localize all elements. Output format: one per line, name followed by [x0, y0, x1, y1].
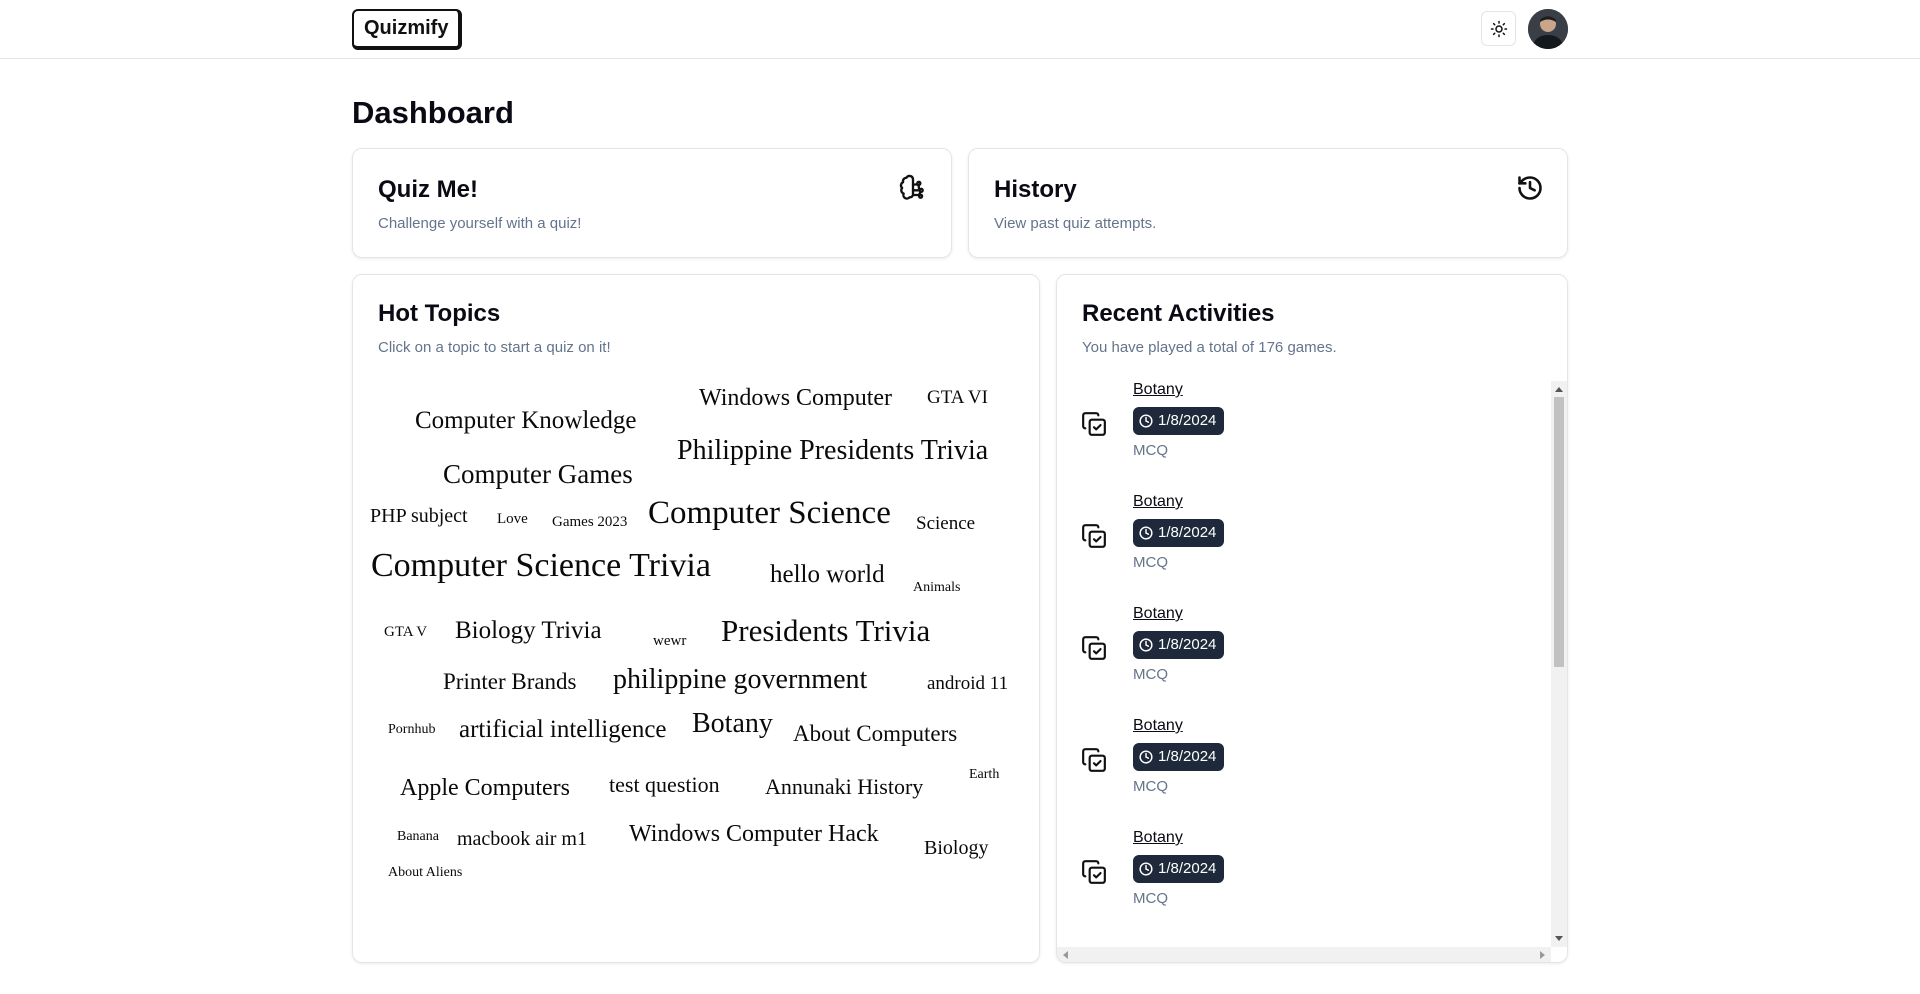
topic-word[interactable]: Games 2023 — [552, 514, 627, 531]
topic-word[interactable]: Earth — [969, 767, 999, 783]
history-card[interactable]: History View past quiz attempts. — [968, 148, 1568, 258]
activity-date-badge: 1/8/2024 — [1133, 519, 1225, 547]
activity-topic-link[interactable]: Botany — [1133, 717, 1183, 735]
topic-word[interactable]: Botany — [692, 708, 773, 740]
topic-word[interactable]: wewr — [653, 633, 686, 650]
topic-word[interactable]: Windows Computer — [699, 385, 892, 412]
activity-item: Botany 1/8/2024 MCQ — [1081, 717, 1481, 817]
logo-link[interactable]: Quizmify — [352, 9, 463, 50]
quiz-me-title: Quiz Me! — [378, 176, 478, 203]
activity-type: MCQ — [1133, 554, 1168, 571]
activity-topic-link[interactable]: Botany — [1133, 605, 1183, 623]
topic-word[interactable]: About Computers — [793, 721, 957, 747]
activity-item: Botany 1/8/2024 MCQ — [1081, 829, 1481, 929]
topic-word[interactable]: About Aliens — [388, 865, 462, 881]
topic-word[interactable]: Science — [916, 513, 975, 535]
copy-check-icon — [1082, 636, 1106, 660]
brain-circuit-icon — [899, 174, 924, 200]
topic-word[interactable]: Windows Computer Hack — [629, 821, 879, 848]
activity-type: MCQ — [1133, 442, 1168, 459]
avatar-image — [1528, 9, 1568, 49]
activity-date: 1/8/2024 — [1158, 524, 1217, 541]
clock-icon — [1139, 638, 1153, 652]
activity-date-badge: 1/8/2024 — [1133, 743, 1225, 771]
topic-word[interactable]: PHP subject — [370, 505, 468, 528]
activity-topic-link[interactable]: Botany — [1133, 829, 1183, 847]
activity-type: MCQ — [1133, 778, 1168, 795]
topic-word[interactable]: android 11 — [927, 673, 1008, 695]
topic-word[interactable]: Computer Knowledge — [415, 407, 636, 435]
copy-check-icon — [1082, 748, 1106, 772]
scrollbar-thumb[interactable] — [1554, 397, 1564, 667]
topic-word[interactable]: Computer Science — [648, 495, 891, 532]
topic-word[interactable]: Biology — [924, 837, 988, 860]
topic-word[interactable]: hello world — [770, 561, 885, 589]
topic-word[interactable]: Biology Trivia — [455, 617, 602, 645]
clock-icon — [1139, 526, 1153, 540]
topic-word[interactable]: test question — [609, 772, 720, 798]
topic-word[interactable]: Philippine Presidents Trivia — [677, 435, 988, 467]
hot-topics-card: Hot Topics Click on a topic to start a q… — [352, 274, 1040, 963]
topic-word[interactable]: Apple Computers — [400, 775, 570, 802]
activity-topic-link[interactable]: Botany — [1133, 493, 1183, 511]
activity-item: Botany 1/8/2024 MCQ — [1081, 605, 1481, 705]
activity-date-badge: 1/8/2024 — [1133, 407, 1225, 435]
clock-icon — [1139, 414, 1153, 428]
navbar: Quizmify — [0, 0, 1920, 59]
quiz-me-card[interactable]: Quiz Me! Challenge yourself with a quiz! — [352, 148, 952, 258]
clock-icon — [1139, 750, 1153, 764]
activities-scroll-area[interactable]: Botany 1/8/2024 MCQ Botany 1/8/2024 MCQ … — [1057, 381, 1567, 962]
activity-topic-link[interactable]: Botany — [1133, 381, 1183, 399]
activity-item: Botany 1/8/2024 MCQ — [1081, 381, 1481, 481]
copy-check-icon — [1082, 860, 1106, 884]
activity-date-badge: 1/8/2024 — [1133, 631, 1225, 659]
topic-word[interactable]: macbook air m1 — [457, 828, 587, 851]
scroll-right-arrow[interactable] — [1540, 951, 1545, 959]
topic-word[interactable]: Pornhub — [388, 722, 435, 738]
history-description: View past quiz attempts. — [994, 215, 1157, 232]
copy-check-icon — [1082, 524, 1106, 548]
horizontal-scrollbar[interactable] — [1057, 947, 1551, 962]
topic-word[interactable]: Animals — [913, 580, 960, 596]
topic-word[interactable]: artificial intelligence — [459, 716, 667, 744]
recent-activities-description: You have played a total of 176 games. — [1082, 339, 1337, 356]
theme-toggle-button[interactable] — [1481, 11, 1516, 46]
activity-type: MCQ — [1133, 666, 1168, 683]
scroll-up-arrow[interactable] — [1555, 387, 1563, 392]
topic-word[interactable]: Computer Science Trivia — [371, 547, 711, 585]
activity-date: 1/8/2024 — [1158, 636, 1217, 653]
page-title: Dashboard — [352, 95, 514, 130]
history-icon — [1518, 176, 1542, 200]
topic-word[interactable]: Love — [497, 511, 528, 528]
activity-date: 1/8/2024 — [1158, 860, 1217, 877]
activity-type: MCQ — [1133, 890, 1168, 907]
topic-word[interactable]: GTA V — [384, 624, 427, 641]
user-avatar[interactable] — [1528, 9, 1568, 49]
activity-date-badge: 1/8/2024 — [1133, 855, 1225, 883]
clock-icon — [1139, 862, 1153, 876]
copy-check-icon — [1082, 412, 1106, 436]
topic-word[interactable]: Presidents Trivia — [721, 613, 930, 649]
topic-word[interactable]: Banana — [397, 829, 439, 845]
scroll-down-arrow[interactable] — [1555, 936, 1563, 941]
recent-activities-card: Recent Activities You have played a tota… — [1056, 274, 1568, 963]
sun-icon — [1490, 20, 1507, 37]
topic-word[interactable]: philippine government — [613, 664, 867, 696]
recent-activities-title: Recent Activities — [1082, 300, 1275, 327]
topic-word[interactable]: GTA VI — [927, 387, 988, 409]
topic-word[interactable]: Computer Games — [443, 459, 633, 490]
history-title: History — [994, 176, 1077, 203]
vertical-scrollbar[interactable] — [1551, 381, 1567, 947]
topic-word[interactable]: Printer Brands — [443, 669, 577, 695]
activity-date: 1/8/2024 — [1158, 412, 1217, 429]
scroll-left-arrow[interactable] — [1063, 951, 1068, 959]
word-cloud: Windows Computer GTA VI Computer Knowled… — [353, 275, 1041, 964]
quiz-me-description: Challenge yourself with a quiz! — [378, 215, 582, 232]
topic-word[interactable]: Annunaki History — [765, 774, 923, 800]
activity-date: 1/8/2024 — [1158, 748, 1217, 765]
activity-item: Botany 1/8/2024 MCQ — [1081, 493, 1481, 593]
